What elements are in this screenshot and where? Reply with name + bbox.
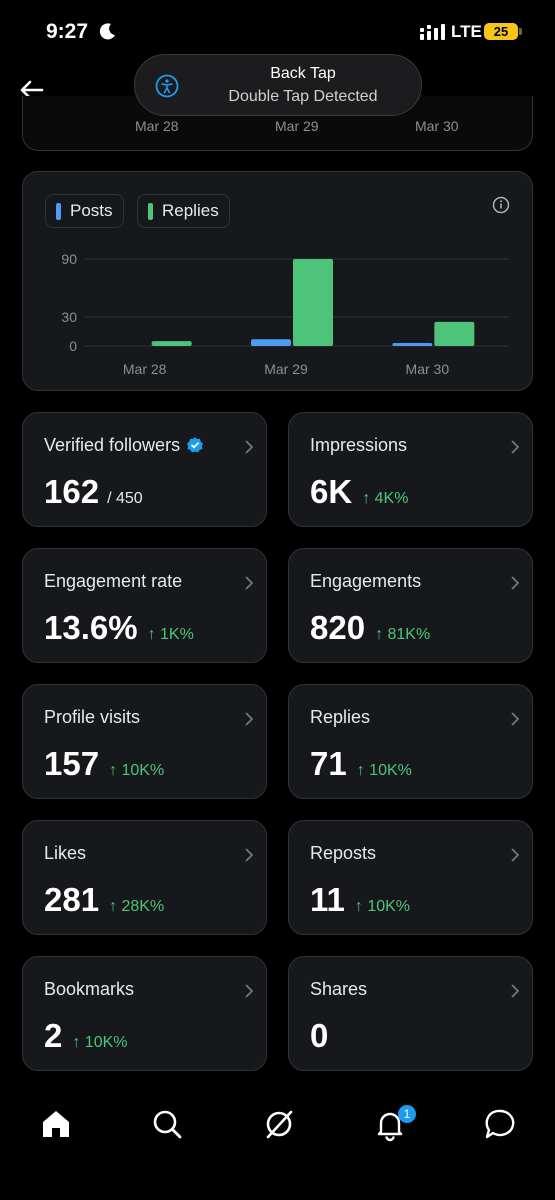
stat-change: ↑ 1K% bbox=[147, 626, 194, 643]
legend-posts[interactable]: Posts bbox=[45, 194, 124, 228]
y-tick-label: 90 bbox=[61, 251, 77, 267]
stat-value: 6K ↑ 4K% bbox=[310, 473, 409, 510]
legend-replies[interactable]: Replies bbox=[137, 194, 230, 228]
verified-badge-icon bbox=[187, 437, 204, 453]
legend-label: Replies bbox=[162, 201, 219, 220]
bar-replies bbox=[434, 321, 475, 346]
x-tick-label: Mar 28 bbox=[135, 118, 179, 134]
stat-change: ↑ 81K% bbox=[375, 626, 431, 643]
posts-replies-chart-card: Posts Replies 90 30 0 Mar 28 Mar 29 Mar 30 bbox=[22, 171, 533, 391]
stat-value: 13.6% ↑ 1K% bbox=[44, 609, 194, 646]
replies-swatch bbox=[148, 203, 153, 220]
stat-change: ↑ 4K% bbox=[362, 490, 409, 507]
stat-change: ↑ 10K% bbox=[356, 762, 412, 779]
stat-card-engagement-rate[interactable]: Engagement rate 13.6% ↑ 1K% bbox=[22, 548, 267, 663]
stat-total: / 450 bbox=[107, 490, 143, 507]
bar-posts bbox=[251, 339, 291, 346]
stat-value: 71 ↑ 10K% bbox=[310, 745, 412, 782]
bar-replies bbox=[293, 259, 333, 346]
stat-value: 11 ↑ 10K% bbox=[310, 881, 411, 918]
clock: 9:27 bbox=[46, 20, 89, 43]
chevron-right-icon bbox=[511, 576, 520, 590]
signal-icon bbox=[420, 24, 445, 40]
stat-label: Verified followers bbox=[44, 435, 204, 456]
stat-card-shares[interactable]: Shares 0 bbox=[288, 956, 533, 1071]
stat-label: Shares bbox=[310, 979, 368, 999]
stat-change: ↑ 10K% bbox=[109, 762, 165, 779]
chevron-right-icon bbox=[245, 848, 254, 862]
x-tick-label: Mar 29 bbox=[264, 361, 308, 377]
toast-title: Back Tap bbox=[270, 65, 336, 82]
stat-value: 157 ↑ 10K% bbox=[44, 745, 165, 782]
chevron-right-icon bbox=[245, 576, 254, 590]
stat-label: Reposts bbox=[310, 843, 377, 863]
y-tick-label: 30 bbox=[61, 309, 77, 325]
stat-label: Engagement rate bbox=[44, 571, 183, 591]
posts-swatch bbox=[56, 203, 61, 220]
chevron-right-icon bbox=[511, 848, 520, 862]
chevron-right-icon bbox=[245, 440, 254, 454]
search-icon[interactable] bbox=[149, 1106, 185, 1142]
y-tick-label: 0 bbox=[69, 338, 77, 354]
notification-count-badge: 1 bbox=[398, 1105, 416, 1123]
messages-icon[interactable] bbox=[482, 1106, 518, 1142]
moon-icon bbox=[99, 23, 115, 40]
stat-card-profile-visits[interactable]: Profile visits 157 ↑ 10K% bbox=[22, 684, 267, 799]
stat-value: 2 ↑ 10K% bbox=[44, 1017, 128, 1054]
stat-label: Engagements bbox=[310, 571, 422, 591]
bar-chart: 90 30 0 Mar 28 Mar 29 Mar 30 bbox=[61, 251, 509, 377]
chevron-right-icon bbox=[245, 712, 254, 726]
network-type: LTE bbox=[451, 22, 482, 41]
bottom-nav bbox=[0, 1090, 555, 1160]
stat-card-verified-followers[interactable]: Verified followers 162/ 450 bbox=[22, 412, 267, 527]
stat-card-likes[interactable]: Likes 281 ↑ 28K% bbox=[22, 820, 267, 935]
x-tick-label: Mar 28 bbox=[123, 361, 167, 377]
stat-change: ↑ 10K% bbox=[72, 1034, 128, 1051]
stat-value: 820 ↑ 81K% bbox=[310, 609, 431, 646]
toast-subtitle: Double Tap Detected bbox=[228, 88, 378, 105]
bar-posts bbox=[392, 343, 433, 346]
x-tick-label: Mar 30 bbox=[406, 361, 450, 377]
stat-card-reposts[interactable]: Reposts 11 ↑ 10K% bbox=[288, 820, 533, 935]
stat-card-bookmarks[interactable]: Bookmarks 2 ↑ 10K% bbox=[22, 956, 267, 1071]
back-tap-toast: Back Tap Double Tap Detected bbox=[134, 54, 422, 116]
legend-label: Posts bbox=[70, 201, 113, 220]
x-tick-label: Mar 29 bbox=[275, 118, 319, 134]
stat-label: Likes bbox=[44, 843, 87, 863]
chevron-right-icon bbox=[245, 984, 254, 998]
stat-card-impressions[interactable]: Impressions 6K ↑ 4K% bbox=[288, 412, 533, 527]
status-bar: 9:27 LTE 25 bbox=[0, 0, 555, 62]
info-icon[interactable] bbox=[492, 196, 510, 214]
bar-replies bbox=[151, 341, 192, 346]
chevron-right-icon bbox=[511, 984, 520, 998]
grok-icon[interactable] bbox=[261, 1106, 297, 1142]
stat-label: Profile visits bbox=[44, 707, 141, 727]
stat-label: Replies bbox=[310, 707, 371, 727]
stat-value: 281 ↑ 28K% bbox=[44, 881, 165, 918]
stat-change: ↑ 28K% bbox=[109, 898, 165, 915]
stat-label: Bookmarks bbox=[44, 979, 135, 999]
stat-value: 162/ 450 bbox=[44, 473, 143, 510]
home-icon[interactable] bbox=[38, 1106, 74, 1142]
stat-value: 0 bbox=[310, 1017, 329, 1054]
stat-label: Impressions bbox=[310, 435, 408, 455]
stat-card-engagements[interactable]: Engagements 820 ↑ 81K% bbox=[288, 548, 533, 663]
battery-indicator: 25 bbox=[484, 23, 522, 40]
x-tick-label: Mar 30 bbox=[415, 118, 459, 134]
chevron-right-icon bbox=[511, 440, 520, 454]
stat-card-replies[interactable]: Replies 71 ↑ 10K% bbox=[288, 684, 533, 799]
stat-change: ↑ 10K% bbox=[354, 898, 411, 915]
chevron-right-icon bbox=[511, 712, 520, 726]
